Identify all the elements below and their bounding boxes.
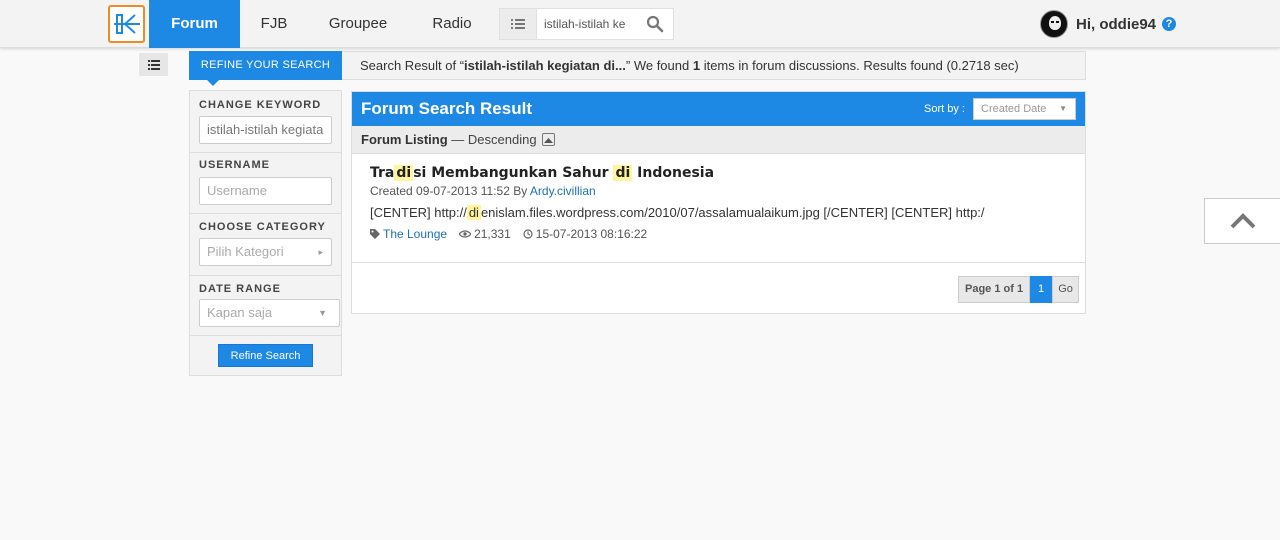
panel-header: Forum Search Result Sort by : Created Da…: [352, 92, 1085, 126]
search-icon[interactable]: [646, 15, 664, 33]
post-title[interactable]: Tra di si Membangunkan Sahur di Indonesia: [370, 165, 714, 181]
header-search: [499, 8, 674, 40]
top-navbar: Forum FJB Groupee Radio Hi, oddie94 ?: [0, 0, 1280, 48]
username-label: USERNAME: [199, 159, 270, 171]
listing-label: Forum Listing — Descending: [361, 126, 537, 154]
panel-title: Forum Search Result: [361, 99, 532, 118]
chevron-down-icon: ▼: [1059, 104, 1067, 113]
summary-suffix: items in forum discussions. Results foun…: [700, 58, 1019, 73]
page-number-button[interactable]: 1: [1030, 276, 1053, 303]
scroll-to-top-button[interactable]: [1204, 198, 1280, 244]
title-highlight: di: [394, 165, 414, 181]
help-icon[interactable]: ?: [1162, 17, 1177, 31]
chevron-right-icon: ▸: [318, 247, 323, 257]
listing-title: Forum Listing: [361, 132, 448, 147]
eye-icon: [459, 230, 472, 238]
divider: [190, 275, 341, 276]
summary-middle: ” We found: [625, 58, 693, 73]
category-value: Pilih Kategori: [207, 244, 284, 259]
go-button[interactable]: Go: [1052, 276, 1080, 303]
listing-bar: Forum Listing — Descending: [352, 126, 1085, 154]
divider: [190, 152, 341, 153]
nav-radio[interactable]: Radio: [422, 0, 482, 48]
category-select[interactable]: Pilih Kategori ▸: [199, 238, 332, 266]
title-part: si Membangunkan Sahur: [413, 165, 614, 181]
list-item: Tra di si Membangunkan Sahur di Indonesia …: [352, 155, 1085, 263]
nav-groupee[interactable]: Groupee: [318, 0, 398, 48]
keyword-label: CHANGE KEYWORD: [199, 99, 322, 111]
chevron-up-icon: [1230, 213, 1255, 229]
user-menu[interactable]: Hi, oddie94 ?: [1040, 9, 1177, 39]
pagination: Page 1 of 1 1 Go: [958, 276, 1080, 303]
forum-search-result-panel: Forum Search Result Sort by : Created Da…: [351, 91, 1086, 314]
chevron-down-icon: ▼: [318, 308, 327, 318]
search-input[interactable]: [544, 9, 636, 39]
divider: [190, 213, 341, 214]
category-label: CHOOSE CATEGORY: [199, 221, 326, 233]
snippet-highlight: di: [466, 205, 481, 220]
summary-count: 1: [692, 58, 701, 73]
post-meta: Created 09-07-2013 11:52 By Ardy.civilli…: [370, 184, 596, 198]
author-link[interactable]: Ardy.civillian: [530, 184, 596, 198]
page-info: Page 1 of 1: [958, 276, 1031, 303]
username-field[interactable]: Username: [199, 177, 332, 205]
snippet-part: enislam.files.wordpress.com/2010/07/assa…: [480, 205, 985, 220]
summary-prefix: Search Result of “: [360, 58, 465, 73]
category-link[interactable]: The Lounge: [383, 227, 447, 241]
divider: [190, 335, 341, 336]
refine-sidebar: CHANGE KEYWORD istilah-istilah kegiata U…: [189, 90, 342, 376]
snippet-part: [CENTER] http://: [370, 205, 467, 220]
keyword-field[interactable]: istilah-istilah kegiata: [199, 116, 332, 144]
sidebar-toggle-button[interactable]: [139, 53, 168, 76]
title-part: Tra: [370, 165, 395, 181]
title-highlight: di: [613, 165, 633, 181]
refine-search-button[interactable]: Refine Search: [218, 344, 313, 367]
created-date: Created 09-07-2013 11:52 By: [370, 184, 530, 198]
list-icon[interactable]: [500, 9, 537, 39]
collapse-icon[interactable]: [542, 133, 555, 146]
list-icon: [147, 59, 160, 70]
last-post-date: 15-07-2013 08:16:22: [535, 227, 648, 241]
avatar[interactable]: [1040, 10, 1068, 38]
date-range-select[interactable]: Kapan saja ▼: [199, 299, 340, 327]
sort-label: Sort by :: [924, 103, 965, 115]
listing-order: — Descending: [447, 132, 537, 147]
title-part: Indonesia: [632, 165, 715, 181]
date-range-value: Kapan saja: [207, 305, 273, 320]
sort-value: Created Date: [981, 103, 1047, 115]
user-greeting[interactable]: Hi, oddie94: [1076, 16, 1156, 33]
tag-icon: [370, 229, 380, 239]
date-range-label: DATE RANGE: [199, 283, 281, 295]
post-snippet: [CENTER] http://di enislam.files.wordpres…: [370, 205, 985, 220]
view-count: 21,331: [474, 227, 511, 241]
nav-fjb[interactable]: FJB: [249, 0, 299, 48]
kaskus-logo-icon[interactable]: [108, 5, 145, 43]
nav-forum[interactable]: Forum: [149, 0, 240, 48]
refine-search-tab[interactable]: REFINE YOUR SEARCH: [189, 51, 342, 86]
post-stats: The Lounge 21,331 15-07-2013 08:16:22: [370, 227, 647, 241]
clock-icon: [523, 229, 533, 239]
search-result-summary: Search Result of “istilah-istilah kegiat…: [342, 51, 1086, 80]
sort-select[interactable]: Created Date ▼: [973, 98, 1076, 120]
summary-keyword: istilah-istilah kegiatan di...: [464, 58, 626, 73]
